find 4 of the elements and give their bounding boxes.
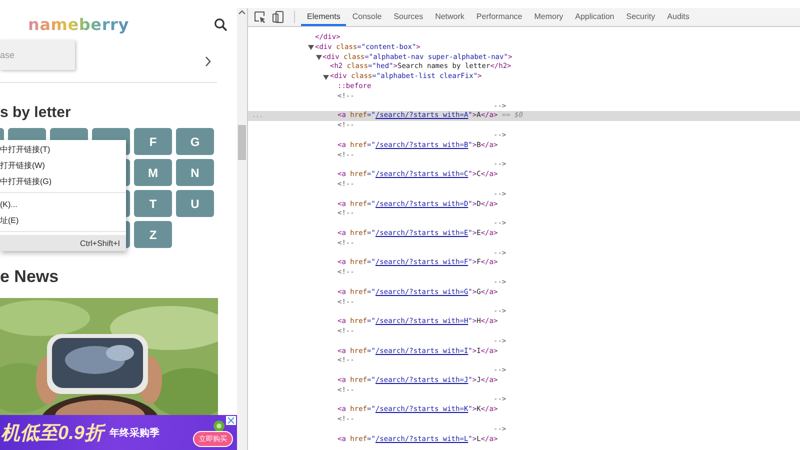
ad-tagline: 年终采购季 <box>109 426 160 440</box>
ad-headline: 机低至0.9折 <box>1 420 104 446</box>
section-heading: s by letter <box>0 103 72 123</box>
section-heading: e News <box>0 266 60 288</box>
